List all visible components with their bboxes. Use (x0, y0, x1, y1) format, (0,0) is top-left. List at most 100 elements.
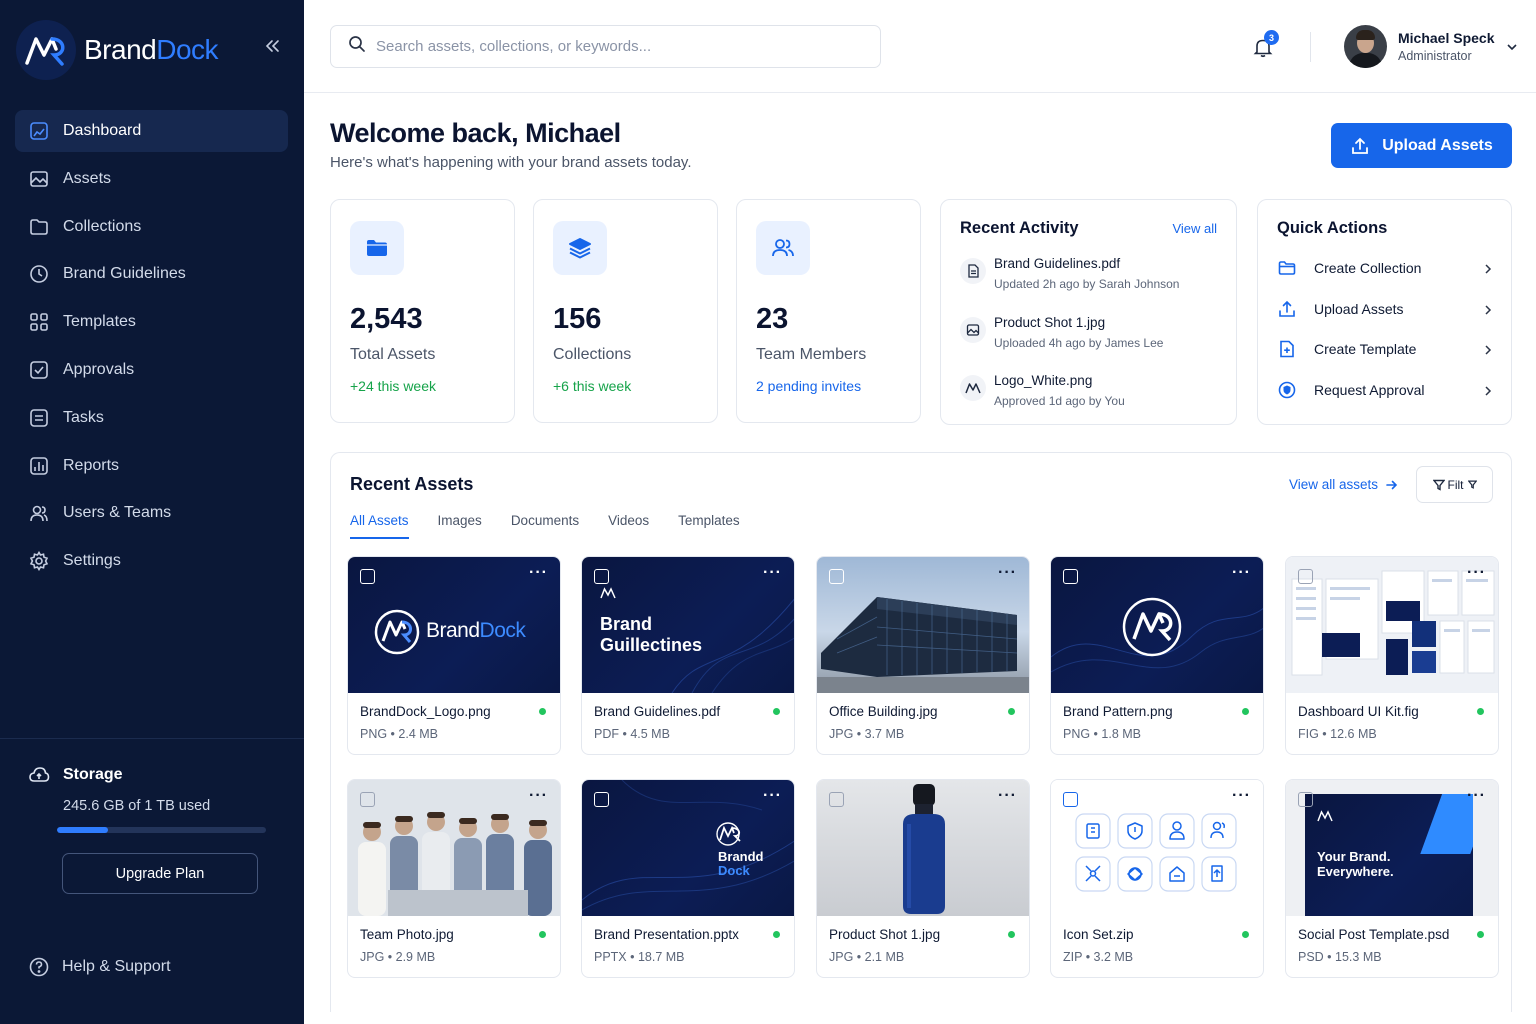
select-checkbox[interactable] (360, 569, 375, 584)
upgrade-plan-button[interactable]: Upgrade Plan (62, 853, 258, 894)
asset-card[interactable]: Your Brand. Everywhere. ··· Social Post … (1285, 779, 1499, 978)
search-input[interactable] (376, 38, 846, 55)
view-all-assets-link[interactable]: View all assets (1289, 477, 1398, 492)
sidebar-item-collections[interactable]: Collections (15, 206, 288, 248)
more-options-icon[interactable]: ··· (1467, 565, 1486, 581)
select-checkbox[interactable] (1063, 569, 1078, 584)
sidebar-item-settings[interactable]: Settings (15, 540, 288, 582)
more-options-icon[interactable]: ··· (1467, 788, 1486, 804)
stat-value: 156 (553, 303, 602, 335)
select-checkbox[interactable] (594, 792, 609, 807)
asset-card[interactable]: ··· Office Building.jpg JPG • 3.7 MB (816, 556, 1030, 755)
sidebar-divider (0, 738, 304, 739)
select-checkbox[interactable] (1298, 569, 1313, 584)
quick-actions-panel: Quick Actions Create Collection Upload A… (1257, 199, 1512, 425)
sidebar-item-reports[interactable]: Reports (15, 445, 288, 487)
asset-name: Team Photo.jpg (360, 927, 454, 942)
more-options-icon[interactable]: ··· (998, 565, 1017, 581)
select-checkbox[interactable] (1063, 792, 1078, 807)
asset-name: Brand Guidelines.pdf (594, 704, 721, 719)
stat-card-team-members[interactable]: 23 Team Members 2 pending invites (736, 199, 921, 423)
tab-documents[interactable]: Documents (511, 513, 579, 541)
list-item[interactable]: Product Shot 1.jpg Uploaded 4h ago by Jam… (960, 315, 1163, 350)
sidebar-item-assets[interactable]: Assets (15, 158, 288, 200)
stat-card-total-assets[interactable]: 2,543 Total Assets +24 this week (330, 199, 515, 423)
folder-icon (29, 217, 49, 237)
view-all-activity-link[interactable]: View all (1172, 221, 1217, 236)
upload-assets-button[interactable]: Upload Assets (1331, 123, 1512, 168)
user-menu[interactable]: Michael Speck Administrator (1344, 25, 1519, 68)
list-item[interactable]: Logo_White.png Approved 1d ago by You (960, 373, 1125, 408)
folder-icon (1277, 258, 1297, 278)
status-dot (1008, 708, 1015, 715)
asset-meta: PSD • 15.3 MB (1298, 950, 1382, 964)
tab-templates[interactable]: Templates (678, 513, 740, 541)
select-checkbox[interactable] (360, 792, 375, 807)
select-checkbox[interactable] (829, 569, 844, 584)
asset-card[interactable]: Brandd Dock ··· Brand Presentation.pptx P… (581, 779, 795, 978)
collapse-sidebar-icon[interactable] (262, 36, 282, 56)
sidebar-item-dashboard[interactable]: Dashboard (15, 110, 288, 152)
asset-card[interactable]: ··· Product Shot 1.jpg JPG • 2.1 MB (816, 779, 1030, 978)
arrow-right-icon (1386, 480, 1398, 489)
sidebar-item-templates[interactable]: Templates (15, 301, 288, 343)
sidebar-item-approvals[interactable]: Approvals (15, 349, 288, 391)
sidebar-item-brand-guidelines[interactable]: Brand Guidelines (15, 253, 288, 295)
thumbnail-title: Dock (718, 863, 750, 878)
request-approval-action[interactable]: Request Approval (1277, 378, 1494, 402)
sidebar-item-users-teams[interactable]: Users & Teams (15, 492, 288, 534)
asset-card[interactable]: Brand Guillectines ··· Brand Guidelines.… (581, 556, 795, 755)
asset-name: Brand Pattern.png (1063, 704, 1173, 719)
search-icon (348, 35, 366, 58)
storage-widget: Storage 245.6 GB of 1 TB used (28, 764, 278, 833)
pending-invites-link[interactable]: 2 pending invites (756, 378, 861, 394)
brand-logo-icon (1122, 597, 1182, 657)
status-dot (539, 708, 546, 715)
more-options-icon[interactable]: ··· (998, 788, 1017, 804)
upload-icon (1352, 137, 1369, 154)
asset-card[interactable]: BrandDock ··· BrandDock_Logo.png PNG • 2… (347, 556, 561, 755)
search-box[interactable] (330, 25, 881, 68)
tab-videos[interactable]: Videos (608, 513, 649, 541)
layers-icon (553, 221, 607, 275)
create-template-action[interactable]: Create Template (1277, 337, 1494, 361)
upload-assets-action[interactable]: Upload Assets (1277, 297, 1494, 321)
thumbnail-title: Brandd (718, 849, 764, 864)
filter-button[interactable]: Filt (1416, 466, 1493, 503)
help-support-link[interactable]: Help & Support (28, 956, 171, 978)
more-options-icon[interactable]: ··· (763, 565, 782, 581)
asset-card[interactable]: ··· Team Photo.jpg JPG • 2.9 MB (347, 779, 561, 978)
create-collection-action[interactable]: Create Collection (1277, 256, 1494, 280)
tab-all-assets[interactable]: All Assets (350, 513, 409, 541)
asset-card[interactable]: ··· Brand Pattern.png PNG • 1.8 MB (1050, 556, 1264, 755)
sidebar-item-tasks[interactable]: Tasks (15, 397, 288, 439)
more-options-icon[interactable]: ··· (763, 788, 782, 804)
check-square-icon (29, 360, 49, 380)
status-dot (773, 931, 780, 938)
thumbnail-title: Your Brand. Everywhere. (1317, 849, 1394, 879)
brand[interactable]: BrandDock (16, 20, 219, 80)
select-checkbox[interactable] (594, 569, 609, 584)
more-options-icon[interactable]: ··· (529, 788, 548, 804)
select-checkbox[interactable] (1298, 792, 1313, 807)
asset-card[interactable]: ··· Icon Set.zip ZIP • 3.2 MB (1050, 779, 1264, 978)
stat-trend: +24 this week (350, 378, 436, 394)
list-item[interactable]: Brand Guidelines.pdf Updated 2h ago by Sa… (960, 256, 1179, 291)
image-icon (960, 317, 986, 343)
chevron-right-icon (1482, 343, 1494, 355)
list-icon (29, 408, 49, 428)
folder-icon (350, 221, 404, 275)
more-options-icon[interactable]: ··· (1232, 565, 1251, 581)
panel-title: Quick Actions (1277, 219, 1388, 237)
more-options-icon[interactable]: ··· (1232, 788, 1251, 804)
status-dot (1477, 931, 1484, 938)
thumbnail-title: Brand Guillectines (600, 614, 703, 655)
more-options-icon[interactable]: ··· (529, 565, 548, 581)
page-subtitle: Here's what's happening with your brand … (330, 154, 692, 171)
asset-card[interactable]: ··· Dashboard UI Kit.fig FIG • 12.6 MB (1285, 556, 1499, 755)
asset-meta: PDF • 4.5 MB (594, 727, 670, 741)
status-dot (1008, 931, 1015, 938)
select-checkbox[interactable] (829, 792, 844, 807)
tab-images[interactable]: Images (438, 513, 482, 541)
stat-card-collections[interactable]: 156 Collections +6 this week (533, 199, 718, 423)
